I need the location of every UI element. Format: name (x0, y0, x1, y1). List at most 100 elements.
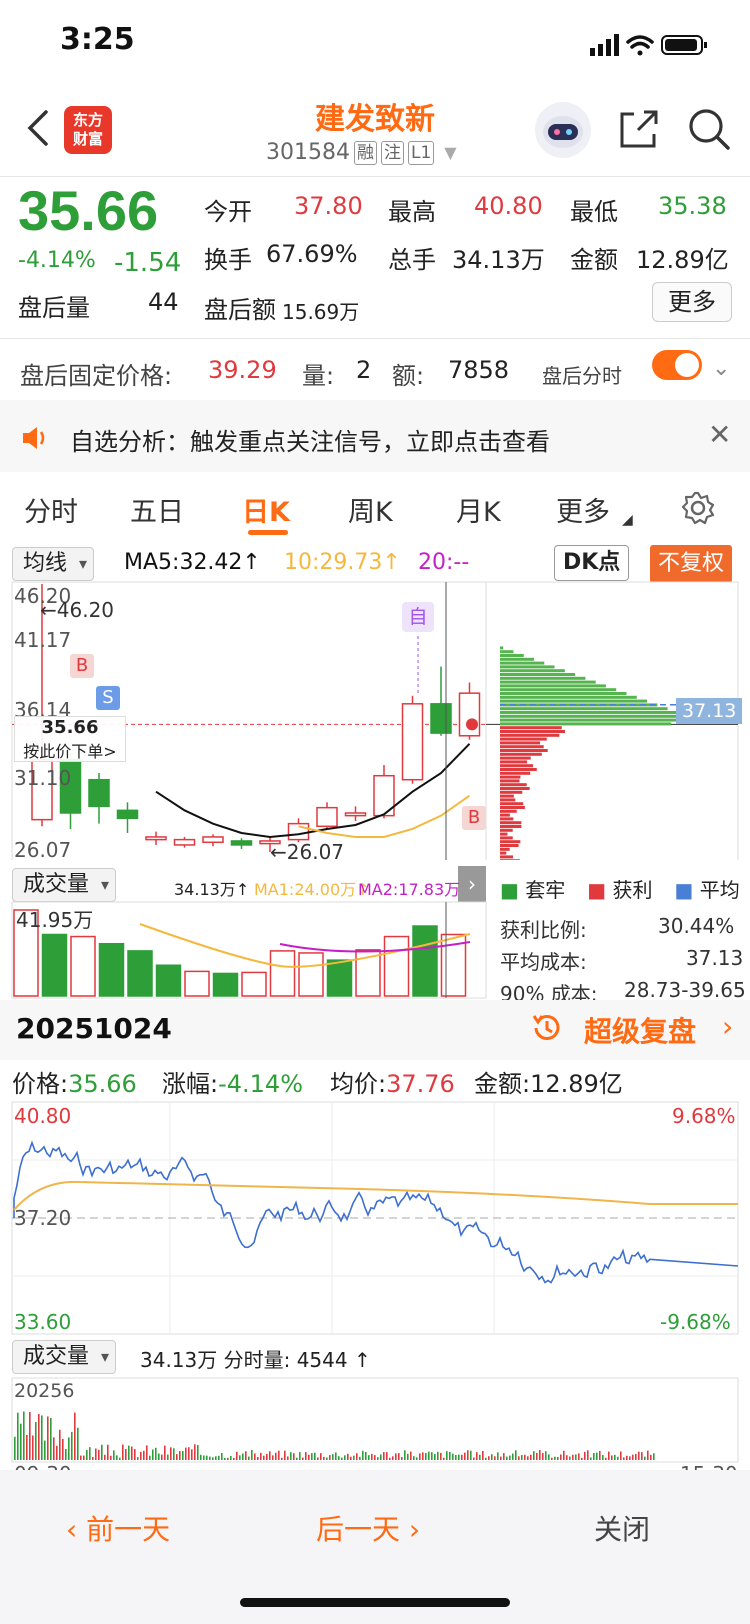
intraday-chart[interactable] (0, 1100, 750, 1336)
candle-body (401, 703, 424, 781)
self-select-marker[interactable]: 自 (402, 602, 434, 632)
history-icon[interactable] (528, 1010, 564, 1046)
chip-bar (500, 741, 540, 745)
intraday-volume-selector[interactable]: 成交量 (12, 1340, 117, 1374)
intraday-volume-bar (608, 1451, 610, 1460)
volume-bar (212, 972, 239, 997)
candle-body (287, 822, 310, 841)
intraday-volume-bar (65, 1449, 67, 1460)
intraday-volume-bar (56, 1445, 58, 1460)
intraday-volume-bar (359, 1456, 361, 1460)
intraday-volume-bar (422, 1452, 424, 1460)
amt-label: 金额: (474, 1070, 531, 1098)
chip-bar (500, 832, 508, 836)
notice-text[interactable]: 自选分析：触发重点关注信号，立即点击查看 (70, 422, 550, 457)
buy-marker[interactable]: B (70, 654, 94, 678)
chip-bar (500, 737, 547, 741)
intraday-volume-bar (299, 1452, 301, 1460)
volume-bar (412, 925, 438, 997)
intraday-volume-bar (185, 1447, 187, 1460)
intraday-volume-bar (347, 1453, 349, 1460)
y-label-3: 31.10 (14, 766, 72, 790)
tab-weekly-k[interactable]: 周K (348, 490, 393, 529)
stock-code-row[interactable]: 301584 融 注 L1 ▼ (266, 140, 457, 165)
tab-more[interactable]: 更多 (556, 490, 610, 529)
more-button[interactable]: 更多 (652, 282, 732, 322)
intraday-volume-bar (50, 1417, 52, 1460)
chip-bar (500, 726, 562, 730)
intraday-volume-bar (176, 1454, 178, 1460)
intraday-volume-bar (86, 1450, 88, 1460)
chevron-down-icon[interactable]: ⌄ (712, 356, 730, 381)
intraday-volume-bar (71, 1431, 73, 1460)
intraday-volume-bar (479, 1454, 481, 1460)
prev-day-button[interactable]: ‹ 前一天 (66, 1508, 170, 1548)
chip-bar (500, 650, 514, 654)
intraday-volume-bar (419, 1453, 421, 1460)
volume-bar (298, 952, 324, 997)
gear-icon[interactable] (680, 490, 716, 526)
intraday-volume-bar (632, 1454, 634, 1460)
intraday-volume-bar (416, 1457, 418, 1460)
tab-time[interactable]: 分时 (24, 490, 78, 529)
high-label: 最高 (388, 198, 436, 226)
intraday-volume-bar (161, 1454, 163, 1460)
tab-5day[interactable]: 五日 (130, 490, 184, 529)
intraday-y-bot: 33.60 (14, 1310, 72, 1334)
intraday-volume-bar (386, 1452, 388, 1460)
close-button[interactable]: 关闭 (594, 1508, 650, 1548)
intraday-volume-bar (599, 1450, 601, 1460)
chevron-right-icon[interactable]: › (722, 1010, 733, 1043)
intraday-volume-bar (323, 1456, 325, 1460)
chip-bar (500, 836, 513, 840)
dk-point-button[interactable]: DK点 (554, 545, 630, 581)
intraday-volume-bar (221, 1453, 223, 1460)
intraday-volume-bar (305, 1452, 307, 1460)
intraday-volume-bar (431, 1452, 433, 1460)
intraday-volume-bar (188, 1447, 190, 1460)
intraday-volume-bar (641, 1452, 643, 1460)
sell-marker[interactable]: S (96, 686, 120, 710)
next-day-button[interactable]: 后一天 › (316, 1508, 420, 1548)
after-minute-toggle[interactable] (652, 350, 702, 380)
buy-marker-latest[interactable]: B (462, 806, 486, 830)
avg-cost-label: 平均成本: (500, 950, 587, 974)
super-replay-link[interactable]: 超级复盘 (584, 1010, 696, 1050)
open-label: 今开 (204, 198, 252, 226)
chip-bar (500, 790, 523, 794)
chip-bar (500, 851, 507, 855)
volume-selector[interactable]: 成交量 (12, 868, 117, 902)
expand-panel-button[interactable]: › (458, 866, 486, 902)
share-icon[interactable] (616, 108, 662, 152)
order-price-tag[interactable]: 35.66 按此价下单> (14, 716, 126, 762)
volume-bar (269, 950, 296, 997)
intraday-volume-bar (518, 1456, 520, 1460)
intraday-volume-bar (251, 1450, 253, 1460)
tab-daily-k[interactable]: 日K (242, 490, 290, 529)
volume-value: 34.13万 (452, 246, 545, 274)
no-adjust-button[interactable]: 不复权 (650, 545, 732, 583)
close-icon[interactable]: ✕ (708, 418, 731, 451)
ma5-label: MA5:32.42↑ (124, 550, 261, 575)
tab-monthly-k[interactable]: 月K (456, 490, 501, 529)
intraday-volume-bar (428, 1451, 430, 1460)
intraday-volume-chart[interactable] (0, 1376, 750, 1464)
chip-bar (500, 695, 637, 699)
intraday-volume-bar (23, 1411, 25, 1460)
avg-cost: 37.13 (686, 946, 744, 970)
intraday-info: 价格:35.66 (12, 1064, 137, 1099)
robot-assistant-icon[interactable] (532, 100, 594, 160)
ma10-label: 10:29.73↑ (284, 550, 401, 575)
ma-selector[interactable]: 均线 (12, 547, 95, 581)
search-icon[interactable] (686, 106, 732, 152)
intraday-volume-bar (164, 1445, 166, 1460)
intraday-volume-bar (563, 1450, 565, 1460)
intraday-volume-bar (395, 1453, 397, 1460)
stock-code: 301584 (266, 140, 350, 165)
intraday-volume-bar (89, 1447, 91, 1460)
intraday-pct-top: 9.68% (672, 1104, 736, 1128)
ma20-label: 20:-- (418, 550, 470, 575)
intraday-volume-bar (152, 1449, 154, 1460)
turnover-value: 67.69% (266, 240, 358, 268)
intraday-volume-bar (143, 1450, 145, 1460)
